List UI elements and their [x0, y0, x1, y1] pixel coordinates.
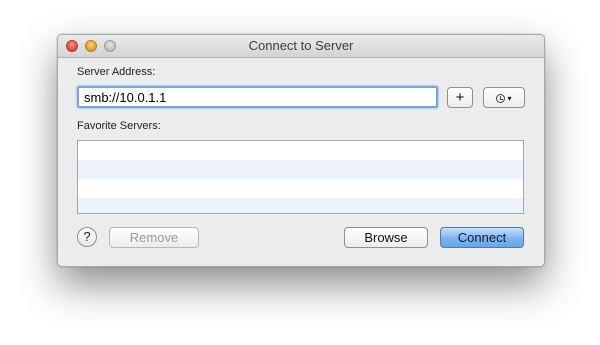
window-title: Connect to Server	[248, 38, 354, 53]
remove-button[interactable]: Remove	[109, 227, 199, 248]
help-button[interactable]: ?	[77, 227, 97, 247]
favorite-servers-label: Favorite Servers:	[77, 120, 161, 132]
favorite-servers-list[interactable]	[77, 140, 524, 214]
connect-to-server-window: Connect to Server Server Address: + ▾ Fa…	[57, 34, 545, 267]
clock-icon	[496, 94, 506, 103]
list-row	[78, 198, 523, 213]
list-row	[78, 141, 523, 160]
recent-servers-button[interactable]: ▾	[483, 87, 525, 108]
title-bar: Connect to Server	[58, 35, 544, 58]
connect-button[interactable]: Connect	[440, 227, 524, 248]
server-address-label: Server Address:	[77, 66, 156, 78]
dropdown-arrow-icon: ▾	[507, 94, 512, 103]
add-favorite-button[interactable]: +	[447, 87, 473, 108]
server-address-input[interactable]	[77, 86, 438, 108]
list-row	[78, 160, 523, 179]
list-row	[78, 179, 523, 198]
browse-button[interactable]: Browse	[344, 227, 428, 248]
